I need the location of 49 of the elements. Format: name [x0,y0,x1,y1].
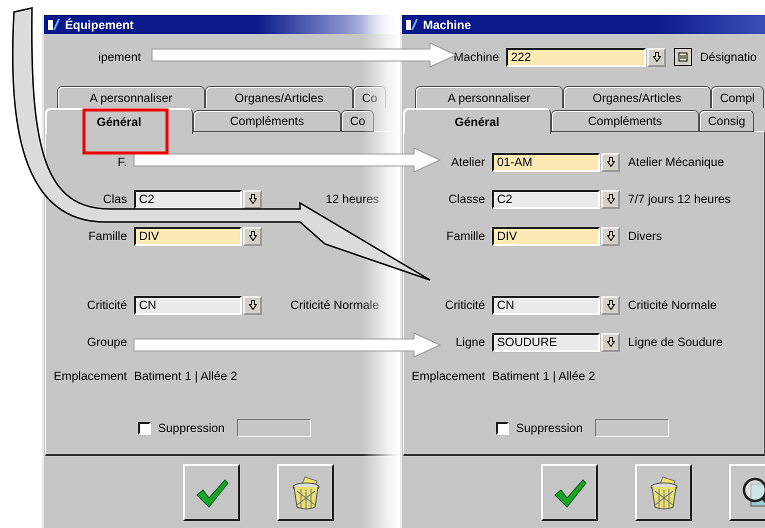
input-field[interactable]: DIV [134,226,242,246]
tab[interactable]: Organes/Articles [205,86,353,108]
input-field[interactable]: DIV [492,226,600,246]
input-field[interactable]: CN [492,296,600,314]
field-label: Clas [102,192,128,206]
field-description: Désignatio [700,50,757,64]
field-label: Groupe [86,335,128,349]
tab[interactable]: Consig [699,110,754,132]
field-description: 7/7 jours 12 heures [628,192,731,206]
field-description: Atelier Mécanique [628,155,724,169]
tab[interactable]: A personnaliser [57,86,205,108]
tab[interactable]: A personnaliser [415,86,563,108]
field-label: Emplacement [410,369,486,383]
field-description: Criticité Normale [290,298,380,312]
checkbox-label: Suppression [158,421,225,435]
input-field[interactable]: 01-AM [492,152,600,172]
input-field[interactable]: 222 [506,48,646,66]
tab[interactable]: Co [341,110,374,132]
field-label: Famille [445,229,486,243]
field-label: Emplacement [52,369,128,383]
field-label: ipement [97,50,142,64]
field-label: Criticité [86,298,128,312]
field-description: Criticité Normale [628,298,717,312]
input-field[interactable]: C2 [492,190,600,208]
window-title: Machine [423,18,472,32]
field-description: Divers [628,229,662,243]
field-label: Ligne [454,335,486,349]
field-label: F. [116,155,128,169]
field-label: Criticité [444,298,486,312]
field-label: Classe [447,192,486,206]
tab[interactable]: Compléments [193,110,341,132]
field-label: Famille [87,229,128,243]
tab[interactable]: Général [403,108,551,134]
input-field[interactable]: SOUDURE [492,332,600,352]
checkbox-label: Suppression [516,421,583,435]
field-label: Atelier [450,155,486,169]
location-value: Batiment 1 | Allée 2 [492,369,596,383]
field-description: Ligne de Soudure [628,335,723,349]
field-description: 12 heures [326,192,380,206]
field-label: Machine [452,50,500,64]
input-field[interactable]: C2 [134,190,242,208]
tab[interactable]: Organes/Articles [563,86,711,108]
input-field[interactable]: CN [134,296,242,314]
window-title: Équipement [65,18,134,32]
tab[interactable]: Compléments [551,110,699,132]
tab[interactable]: Compl [711,86,764,108]
tab[interactable]: Général [45,108,193,134]
tab[interactable]: Co [353,86,386,108]
location-value: Batiment 1 | Allée 2 [134,369,238,383]
